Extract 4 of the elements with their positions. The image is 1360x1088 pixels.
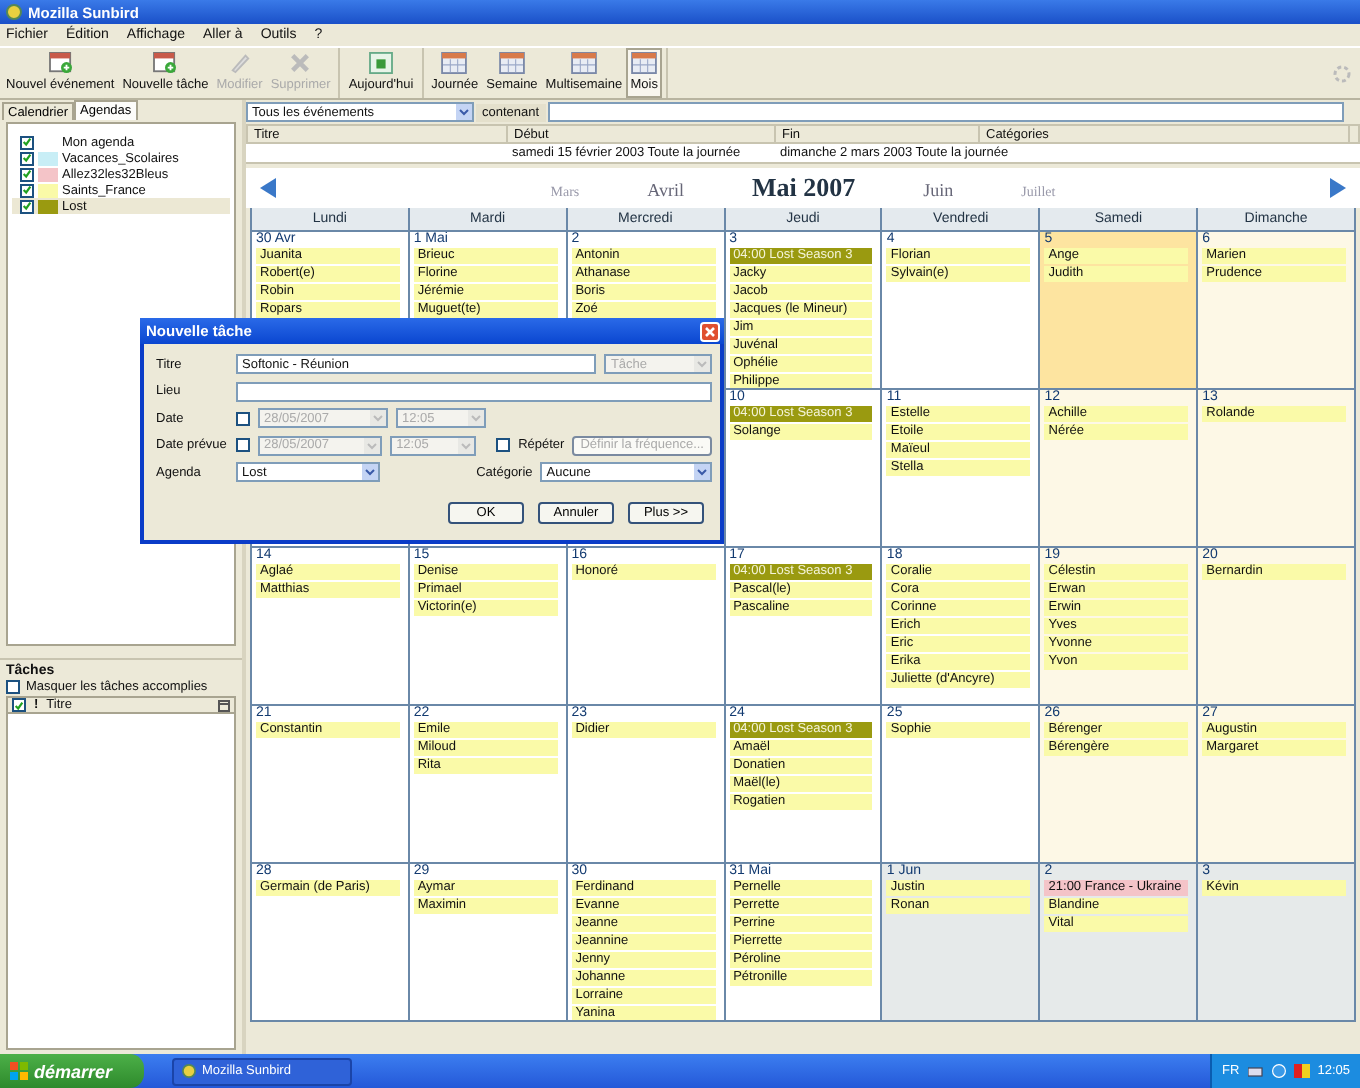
month-link[interactable]: Avril — [647, 180, 684, 200]
month-link[interactable]: Juin — [923, 180, 954, 200]
current-month: Mai 2007 — [751, 172, 856, 204]
start-button[interactable]: démarrer — [0, 1054, 144, 1088]
